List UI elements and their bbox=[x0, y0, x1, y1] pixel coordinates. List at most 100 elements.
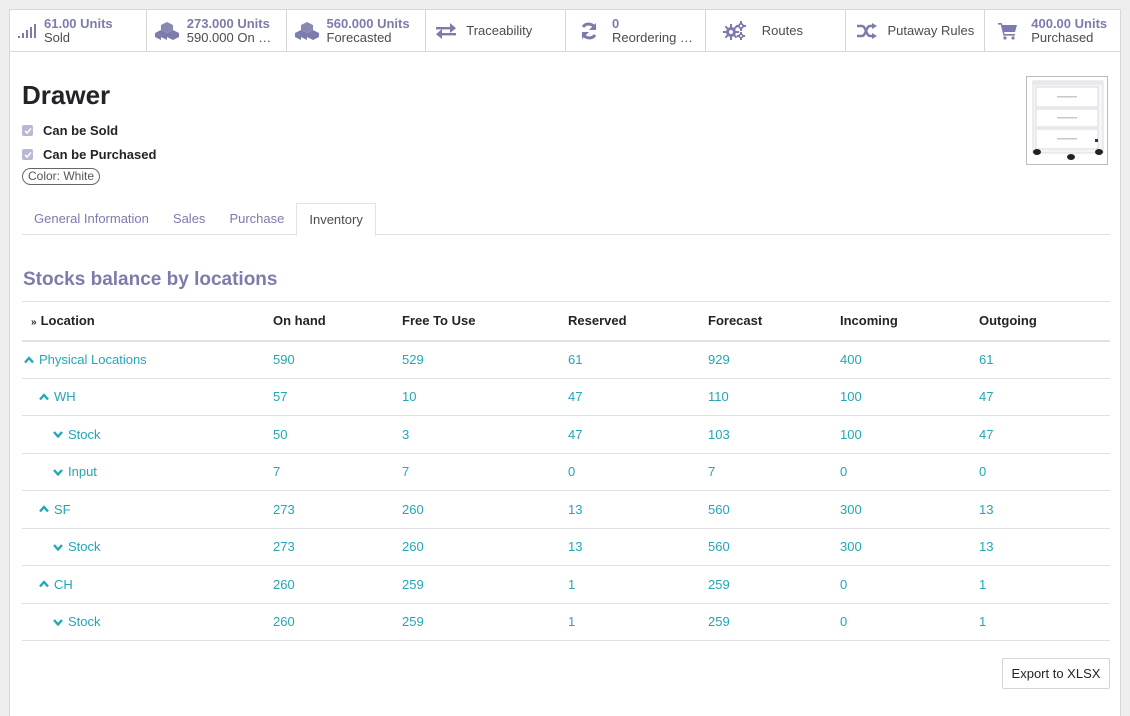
column-header-outgoing[interactable]: Outgoing bbox=[979, 301, 1110, 342]
on-hand-smart-button[interactable]: 273.000 Units 590.000 On … bbox=[147, 10, 287, 51]
location-toggle[interactable]: SF bbox=[22, 502, 273, 517]
drawer-cabinet-image bbox=[1032, 80, 1104, 160]
tab-inventory[interactable]: Inventory bbox=[296, 203, 376, 236]
forecast-cell[interactable]: 7 bbox=[708, 453, 840, 491]
forecast-cell[interactable]: 259 bbox=[708, 603, 840, 641]
free-to-use-cell[interactable]: 529 bbox=[402, 340, 568, 379]
on-hand-cell[interactable]: 57 bbox=[273, 378, 402, 416]
can-be-purchased-checkbox[interactable] bbox=[22, 149, 33, 160]
reserved-cell[interactable]: 13 bbox=[568, 490, 708, 529]
can-be-purchased-row: Can be Purchased bbox=[22, 147, 156, 162]
export-xlsx-button[interactable]: Export to XLSX bbox=[1002, 658, 1110, 689]
location-cell[interactable]: Physical Locations bbox=[22, 340, 273, 379]
on-hand-cell[interactable]: 590 bbox=[273, 340, 402, 379]
can-be-sold-label: Can be Sold bbox=[43, 123, 119, 138]
on-hand-cell[interactable]: 50 bbox=[273, 415, 402, 454]
on-hand-cell[interactable]: 273 bbox=[273, 528, 402, 566]
outgoing-cell[interactable]: 61 bbox=[979, 340, 1110, 379]
incoming-cell[interactable]: 0 bbox=[840, 603, 979, 641]
chevron-down-icon bbox=[53, 431, 63, 439]
on-hand-cell[interactable]: 273 bbox=[273, 490, 402, 529]
outgoing-cell[interactable]: 47 bbox=[979, 415, 1110, 454]
traceability-smart-button[interactable]: Traceability bbox=[426, 10, 566, 51]
forecast-cell[interactable]: 560 bbox=[708, 528, 840, 566]
column-header-location[interactable]: » Location bbox=[22, 301, 273, 342]
location-cell[interactable]: Stock bbox=[22, 415, 273, 454]
location-cell[interactable]: Stock bbox=[22, 603, 273, 641]
forecasted-smart-button[interactable]: 560.000 Units Forecasted bbox=[287, 10, 427, 51]
free-to-use-cell[interactable]: 10 bbox=[402, 378, 568, 416]
location-toggle[interactable]: CH bbox=[22, 577, 273, 592]
forecast-cell[interactable]: 929 bbox=[708, 340, 840, 379]
column-header-forecast[interactable]: Forecast bbox=[708, 301, 840, 342]
reserved-cell[interactable]: 47 bbox=[568, 378, 708, 416]
column-header-incoming[interactable]: Incoming bbox=[840, 301, 979, 342]
outgoing-cell[interactable]: 13 bbox=[979, 528, 1110, 566]
reserved-cell[interactable]: 1 bbox=[568, 565, 708, 604]
location-cell[interactable]: WH bbox=[22, 378, 273, 416]
location-toggle[interactable]: Physical Locations bbox=[22, 352, 273, 367]
incoming-cell[interactable]: 0 bbox=[840, 453, 979, 491]
tab-sales[interactable]: Sales bbox=[161, 203, 218, 234]
cubes-icon bbox=[287, 21, 327, 41]
tab-purchase[interactable]: Purchase bbox=[217, 203, 296, 234]
outgoing-cell[interactable]: 13 bbox=[979, 490, 1110, 529]
purchased-smart-button[interactable]: 400.00 Units Purchased bbox=[985, 10, 1120, 51]
routes-smart-button[interactable]: Routes bbox=[706, 10, 846, 51]
incoming-cell[interactable]: 100 bbox=[840, 378, 979, 416]
incoming-cell[interactable]: 300 bbox=[840, 490, 979, 529]
forecast-cell[interactable]: 110 bbox=[708, 378, 840, 416]
forecast-cell[interactable]: 103 bbox=[708, 415, 840, 454]
location-cell[interactable]: Stock bbox=[22, 528, 273, 566]
exchange-arrows-icon bbox=[426, 22, 466, 39]
location-cell[interactable]: CH bbox=[22, 565, 273, 604]
reserved-cell[interactable]: 0 bbox=[568, 453, 708, 491]
incoming-cell[interactable]: 400 bbox=[840, 340, 979, 379]
reserved-cell[interactable]: 1 bbox=[568, 603, 708, 641]
column-header-reserved[interactable]: Reserved bbox=[568, 301, 708, 342]
free-to-use-cell[interactable]: 260 bbox=[402, 490, 568, 529]
outgoing-cell[interactable]: 47 bbox=[979, 378, 1110, 416]
outgoing-cell[interactable]: 1 bbox=[979, 565, 1110, 604]
can-be-sold-row: Can be Sold bbox=[22, 123, 118, 138]
location-cell[interactable]: SF bbox=[22, 490, 273, 529]
reserved-cell[interactable]: 61 bbox=[568, 340, 708, 379]
on-hand-cell[interactable]: 7 bbox=[273, 453, 402, 491]
outgoing-cell[interactable]: 1 bbox=[979, 603, 1110, 641]
free-to-use-cell[interactable]: 259 bbox=[402, 565, 568, 604]
can-be-sold-checkbox[interactable] bbox=[22, 125, 33, 136]
outgoing-cell[interactable]: 0 bbox=[979, 453, 1110, 491]
location-toggle[interactable]: WH bbox=[22, 389, 273, 404]
table-row: SF 273 260 13 560 300 13 bbox=[22, 490, 1110, 529]
product-image[interactable] bbox=[1026, 76, 1108, 165]
location-toggle[interactable]: Stock bbox=[22, 614, 273, 629]
location-name: Stock bbox=[68, 426, 101, 442]
sort-chevrons-icon: » bbox=[31, 317, 37, 329]
column-header-on-hand[interactable]: On hand bbox=[273, 301, 402, 342]
free-to-use-cell[interactable]: 7 bbox=[402, 453, 568, 491]
location-toggle[interactable]: Stock bbox=[22, 427, 273, 442]
incoming-cell[interactable]: 0 bbox=[840, 565, 979, 604]
reserved-cell[interactable]: 13 bbox=[568, 528, 708, 566]
table-row: Input 7 7 0 7 0 0 bbox=[22, 453, 1110, 491]
forecast-cell[interactable]: 259 bbox=[708, 565, 840, 604]
location-name: SF bbox=[54, 501, 71, 517]
reordering-smart-button[interactable]: 0 Reordering … bbox=[566, 10, 706, 51]
column-header-free-to-use[interactable]: Free To Use bbox=[402, 301, 568, 342]
location-toggle[interactable]: Stock bbox=[22, 539, 273, 554]
notebook-tabs: General Information Sales Purchase Inven… bbox=[22, 203, 1110, 236]
on-hand-cell[interactable]: 260 bbox=[273, 603, 402, 641]
incoming-cell[interactable]: 300 bbox=[840, 528, 979, 566]
reserved-cell[interactable]: 47 bbox=[568, 415, 708, 454]
forecast-cell[interactable]: 560 bbox=[708, 490, 840, 529]
incoming-cell[interactable]: 100 bbox=[840, 415, 979, 454]
putaway-rules-smart-button[interactable]: Putaway Rules bbox=[846, 10, 986, 51]
sold-smart-button[interactable]: 61.00 Units Sold bbox=[10, 10, 147, 51]
on-hand-cell[interactable]: 260 bbox=[273, 565, 402, 604]
location-cell[interactable]: Input bbox=[22, 453, 273, 491]
free-to-use-cell[interactable]: 260 bbox=[402, 528, 568, 566]
location-toggle[interactable]: Input bbox=[22, 464, 273, 479]
tab-general-information[interactable]: General Information bbox=[22, 203, 161, 234]
free-to-use-cell[interactable]: 3 bbox=[402, 415, 568, 454]
free-to-use-cell[interactable]: 259 bbox=[402, 603, 568, 641]
